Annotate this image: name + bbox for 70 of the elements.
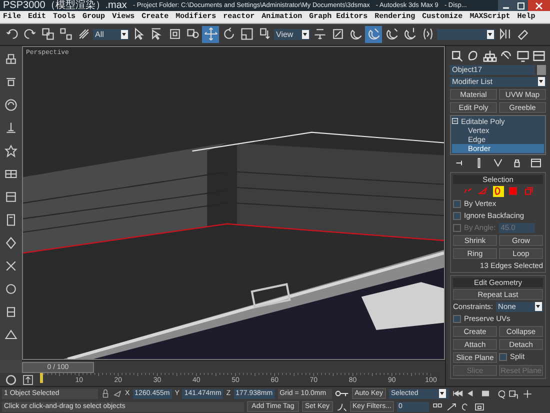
tool-icon	[76, 27, 90, 42]
tool-icon	[4, 27, 18, 42]
tool-icon[interactable]	[4, 258, 18, 273]
collapse-toggle[interactable]	[452, 118, 458, 124]
object-color-swatch[interactable]	[537, 64, 546, 75]
tool-icon[interactable]	[4, 304, 18, 319]
stack-tool-icon[interactable]	[492, 157, 504, 170]
checkbox[interactable]	[453, 314, 461, 323]
panel-tab-icon[interactable]	[532, 48, 546, 63]
tool-icon	[420, 27, 434, 42]
key-tangent-icon[interactable]	[336, 402, 347, 412]
tool-icon	[498, 27, 512, 42]
maximize-icon	[516, 2, 526, 10]
curve-editor-icon[interactable]	[22, 374, 34, 386]
tool-icon[interactable]	[4, 328, 18, 342]
tool-icon[interactable]	[4, 120, 18, 135]
reference-coordinate-dropdown[interactable]: View	[274, 28, 310, 40]
toolbar-button[interactable]	[202, 26, 219, 43]
tool-icon	[240, 27, 254, 42]
panel-tab-icon[interactable]	[482, 48, 497, 63]
tool-icon	[258, 27, 272, 42]
viewport-nav-icon[interactable]	[474, 402, 485, 412]
tool-icon	[58, 27, 72, 42]
tool-icon	[402, 27, 416, 42]
tool-icon[interactable]	[4, 190, 18, 204]
subobject-mode-button[interactable]	[492, 186, 504, 197]
toolbar-button[interactable]	[365, 26, 382, 43]
tool-icon[interactable]	[4, 144, 18, 158]
checkbox[interactable]	[453, 200, 461, 208]
stack-tool-icon[interactable]	[530, 157, 542, 170]
tool-icon	[204, 27, 218, 42]
viewport-nav-icon[interactable]	[522, 388, 534, 398]
tool-icon[interactable]	[4, 282, 18, 296]
tool-icon	[384, 27, 398, 42]
checkbox[interactable]	[499, 352, 507, 361]
playback-icon[interactable]	[452, 389, 464, 398]
tool-icon[interactable]	[4, 52, 18, 66]
tool-icon	[22, 27, 36, 42]
panel-tab-icon[interactable]	[450, 48, 464, 63]
tool-icon	[516, 27, 530, 42]
tool-icon	[330, 27, 344, 42]
maximize-button[interactable]	[513, 0, 528, 11]
tool-icon	[150, 27, 164, 42]
toolbar-button[interactable]	[39, 26, 56, 43]
tool-icon[interactable]	[4, 236, 18, 250]
viewport-nav-icon[interactable]	[508, 388, 520, 398]
tool-icon[interactable]	[4, 98, 18, 112]
toolbar-button[interactable]	[57, 26, 74, 43]
panel-tab-icon[interactable]	[516, 48, 530, 63]
close-icon	[534, 2, 544, 10]
lock-icon[interactable]	[101, 389, 110, 398]
tool-icon[interactable]	[4, 212, 18, 227]
key-icon[interactable]	[334, 390, 349, 397]
tool-icon	[168, 27, 182, 42]
tool-icon	[312, 27, 326, 42]
tool-icon	[40, 27, 54, 42]
tool-icon	[348, 27, 362, 42]
close-button[interactable]	[528, 0, 550, 11]
frame-marker[interactable]	[40, 373, 43, 383]
selection-filter-dropdown[interactable]: All	[93, 28, 129, 40]
minimize-button[interactable]	[498, 0, 513, 11]
named-selection-dropdown[interactable]	[437, 28, 495, 40]
viewport-nav-icon[interactable]	[446, 402, 457, 412]
tool-icon	[366, 27, 380, 42]
playback-icon[interactable]	[480, 389, 492, 398]
checkbox[interactable]	[453, 212, 461, 220]
cursor-icon[interactable]	[113, 389, 122, 398]
tool-icon	[222, 27, 236, 42]
toolbar-button[interactable]	[238, 26, 255, 43]
listener-icon[interactable]	[4, 372, 18, 386]
